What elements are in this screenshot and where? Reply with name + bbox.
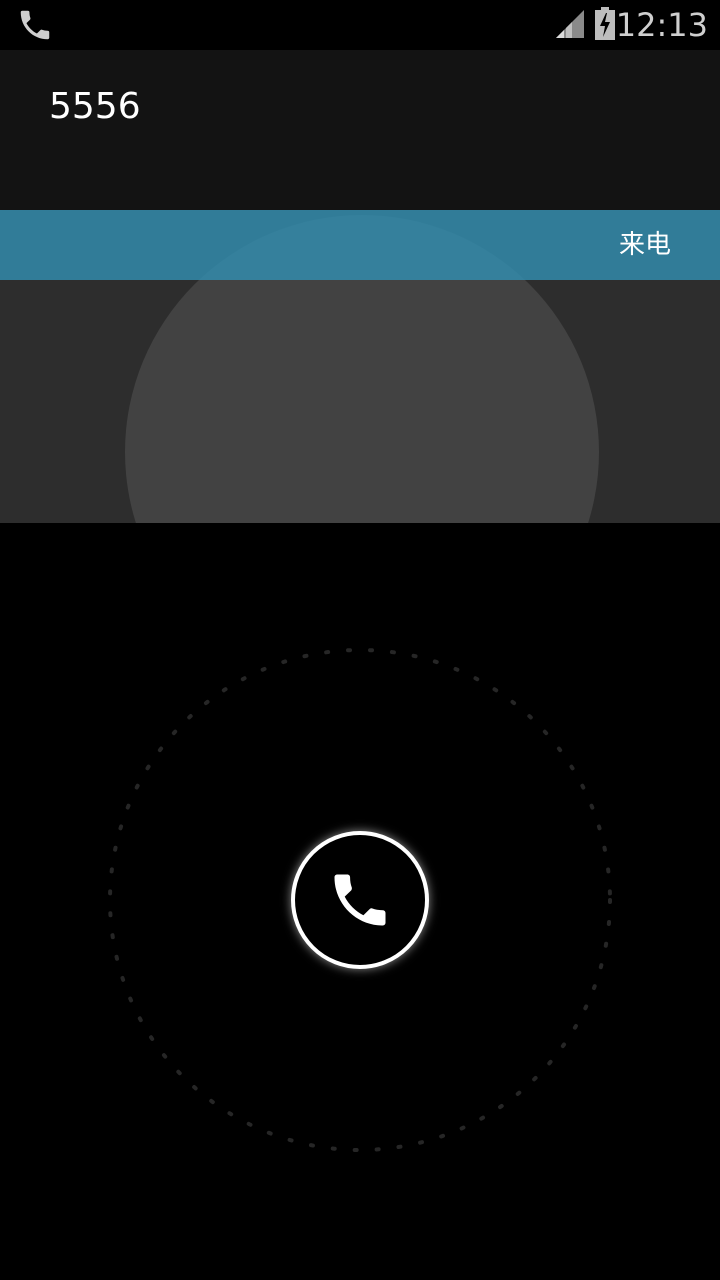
call-state-label: 来电 [618,230,671,260]
phone-icon [20,10,50,40]
call-state-banner: 来电 [0,210,720,280]
status-bar: 12:13 [0,0,720,50]
caller-number: 5556 [49,86,141,127]
answer-glowpad [0,523,720,1280]
battery-charging-icon [595,7,615,40]
phone-icon [334,874,386,926]
status-clock: 12:13 [615,6,708,44]
signal-icon [556,10,584,38]
caller-header: 5556 [0,50,720,210]
answer-call-handle[interactable] [291,831,429,969]
